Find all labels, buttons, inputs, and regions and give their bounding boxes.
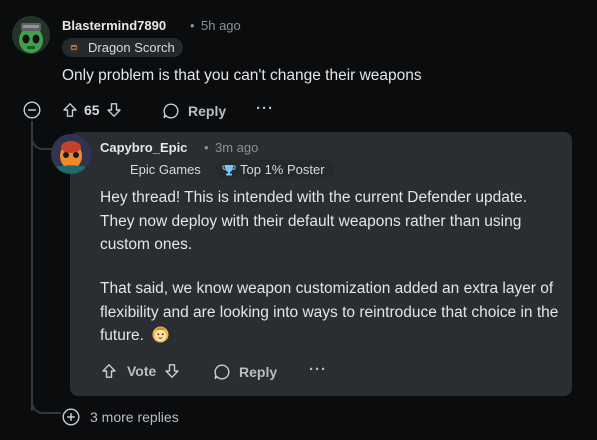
top-poster-badge-text: Top 1% Poster — [240, 162, 325, 177]
alien-avatar-icon — [12, 16, 50, 54]
emoji-icon — [152, 326, 169, 343]
collapse-thread-icon[interactable] — [23, 101, 41, 119]
trophy-icon — [222, 163, 236, 177]
separator-dot: • — [190, 18, 195, 33]
user-avatar[interactable] — [12, 16, 50, 54]
more-replies-link[interactable]: 3 more replies — [62, 408, 179, 426]
comment-username[interactable]: Blastermind7890 — [62, 18, 166, 33]
upvote-arrow-icon[interactable] — [101, 363, 117, 379]
speech-bubble-icon — [213, 363, 231, 381]
vote-label: Vote — [127, 363, 157, 379]
downvote-arrow-icon[interactable] — [106, 102, 122, 118]
user-flair: Dragon Scorch — [62, 38, 183, 57]
comment-timestamp[interactable]: 5h ago — [201, 18, 241, 33]
reply-more-options-button[interactable]: ··· — [309, 361, 327, 378]
comment-body: Only problem is that you can't change th… — [62, 67, 422, 84]
reply-paragraph-1-text: Hey thread! This is intended with the cu… — [100, 189, 528, 253]
separator-dot: • — [204, 140, 209, 155]
org-flair-text: Epic Games — [130, 162, 201, 177]
more-replies-label: 3 more replies — [90, 409, 179, 425]
downvote-arrow-icon[interactable] — [164, 363, 180, 379]
dragon-flair-icon — [68, 42, 80, 54]
reply-username[interactable]: Capybro_Epic — [100, 140, 187, 155]
thread-line[interactable] — [31, 121, 33, 411]
vote-score: 65 — [84, 102, 100, 118]
reply-paragraph-1: Hey thread! This is intended with the cu… — [100, 186, 560, 257]
reply-button[interactable]: Reply — [162, 102, 226, 120]
user-flair-text: Dragon Scorch — [88, 40, 175, 55]
reply-reply-button-label: Reply — [239, 364, 278, 380]
reply-reply-button[interactable]: Reply — [213, 363, 277, 381]
thread-branch-curve — [31, 128, 53, 150]
plus-circle-icon — [62, 408, 80, 426]
org-flair: Epic Games — [130, 160, 201, 179]
upvote-arrow-icon[interactable] — [62, 102, 78, 118]
capybara-avatar-icon — [51, 134, 91, 174]
vote-controls: 65 — [62, 102, 122, 118]
more-options-button[interactable]: ··· — [256, 100, 274, 117]
speech-bubble-icon — [162, 102, 180, 120]
reply-user-avatar[interactable] — [51, 134, 91, 174]
thread-branch-curve-bottom — [31, 394, 61, 414]
reply-timestamp[interactable]: 3m ago — [215, 140, 258, 155]
reply-vote-controls: Vote — [101, 363, 180, 379]
reply-paragraph-2: That said, we know weapon customization … — [100, 277, 560, 348]
top-poster-badge: Top 1% Poster — [216, 160, 334, 179]
reply-button-label: Reply — [188, 103, 227, 119]
